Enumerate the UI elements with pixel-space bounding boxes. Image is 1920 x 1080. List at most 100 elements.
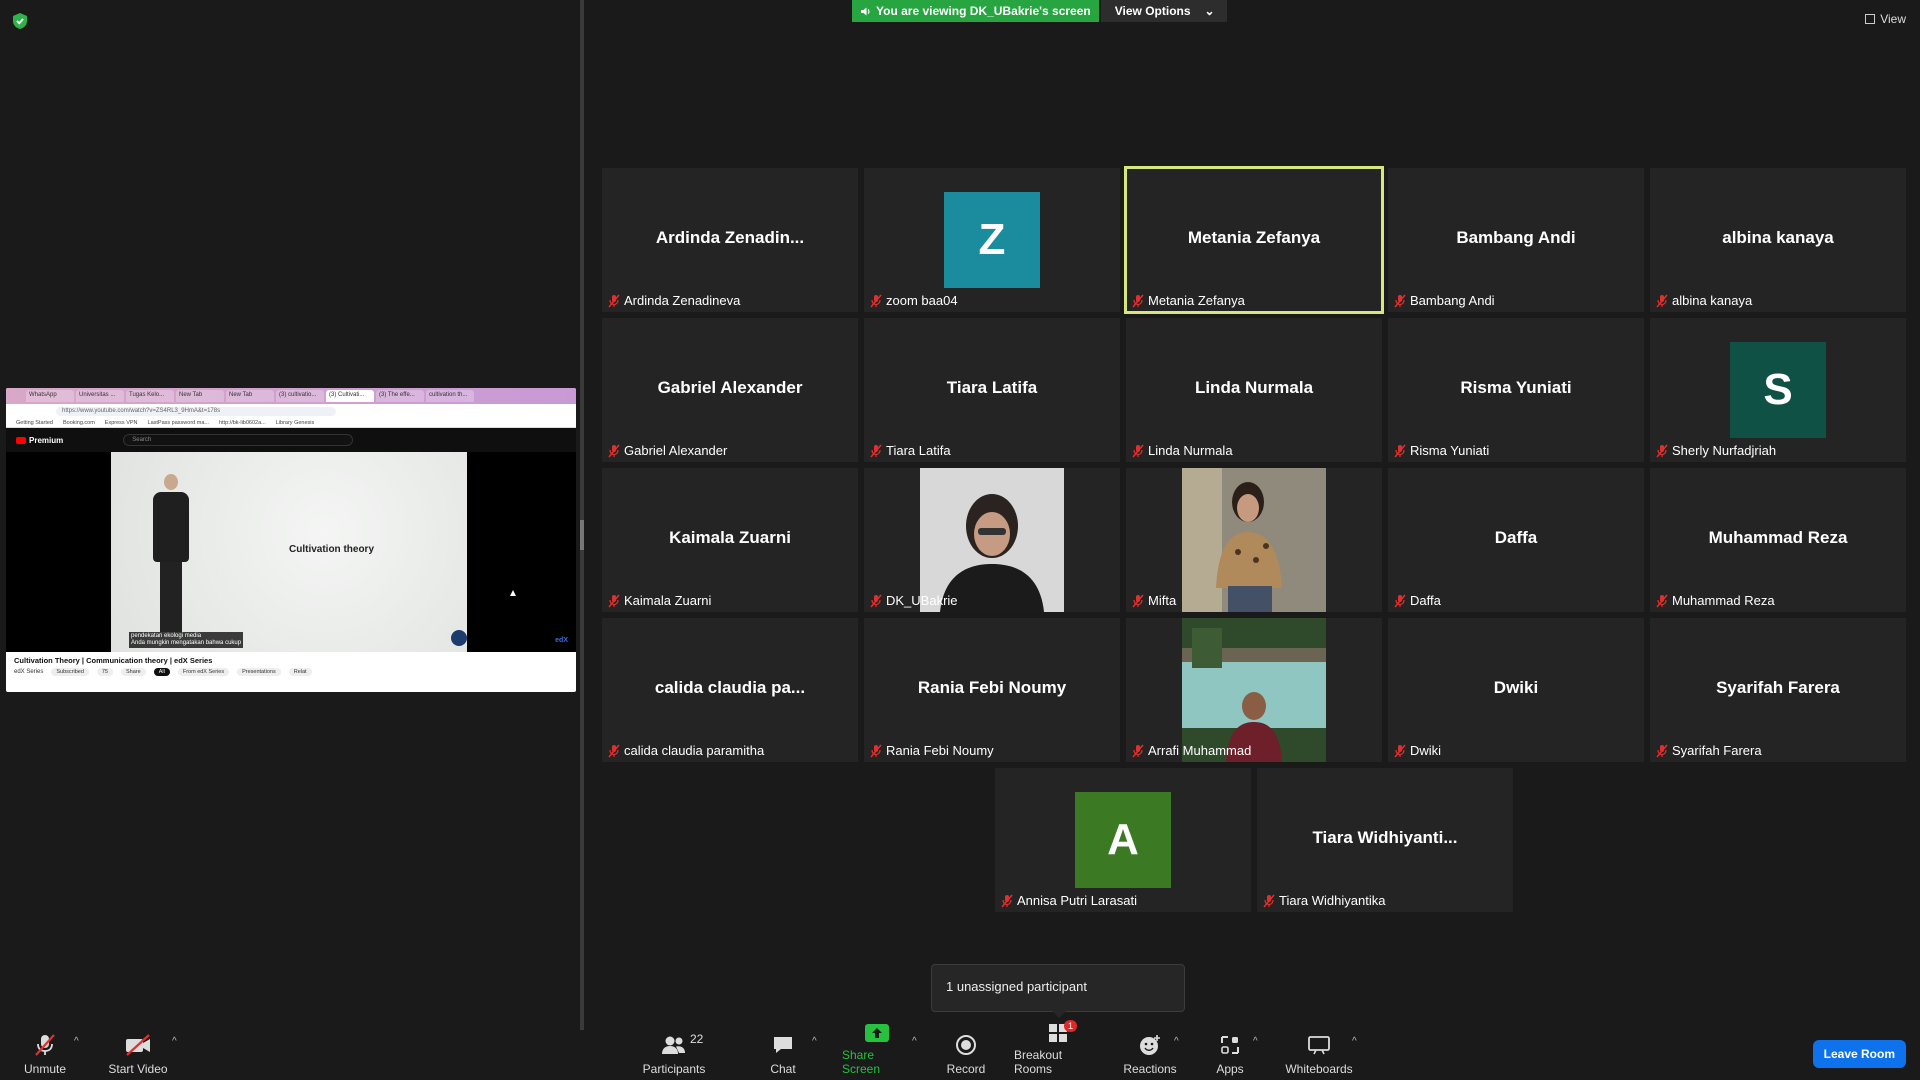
whiteboards-label: Whiteboards bbox=[1285, 1062, 1353, 1076]
participant-name: albina kanaya bbox=[1672, 293, 1753, 308]
participant-avatar: A bbox=[1075, 792, 1171, 888]
video-options-caret[interactable]: ^ bbox=[172, 1036, 177, 1047]
participant-tile[interactable]: Rania Febi Noumy Rania Febi Noumy bbox=[864, 618, 1120, 762]
browser-tab[interactable]: (3) The effe... bbox=[376, 390, 424, 402]
muted-mic-icon bbox=[1394, 444, 1406, 457]
participant-tile[interactable]: calida claudia pa... calida claudia param… bbox=[602, 618, 858, 762]
participant-tile[interactable]: Linda Nurmala Linda Nurmala bbox=[1126, 318, 1382, 462]
apps-options-caret[interactable]: ^ bbox=[1253, 1036, 1258, 1047]
breakout-rooms-button[interactable]: 1 Breakout Rooms bbox=[1014, 1020, 1102, 1080]
participant-tile[interactable]: Syarifah Farera Syarifah Farera bbox=[1650, 618, 1906, 762]
youtube-brand-label: Premium bbox=[29, 435, 64, 445]
participant-tile[interactable]: Tiara Latifa Tiara Latifa bbox=[864, 318, 1120, 462]
view-button[interactable]: View bbox=[1865, 12, 1906, 26]
participant-tile[interactable]: S Sherly Nurfadjriah bbox=[1650, 318, 1906, 462]
bookmark-item[interactable]: Getting Started bbox=[16, 420, 53, 426]
channel-name[interactable]: edX Series bbox=[14, 669, 43, 675]
subscribed-button[interactable]: Subscribed bbox=[51, 668, 89, 676]
participant-tile[interactable]: A Annisa Putri Larasati bbox=[995, 768, 1251, 912]
view-options-button[interactable]: View Options ⌄ bbox=[1100, 0, 1227, 22]
unmute-label: Unmute bbox=[23, 1062, 67, 1076]
muted-mic-icon bbox=[1132, 594, 1144, 607]
participant-tile[interactable]: Tiara Widhiyanti... Tiara Widhiyantika bbox=[1257, 768, 1513, 912]
reactions-button[interactable]: Reactions bbox=[1123, 1030, 1177, 1080]
participant-tile[interactable]: Zzoom baa04 bbox=[864, 168, 1120, 312]
unassigned-participant-tooltip[interactable]: 1 unassigned participant bbox=[931, 964, 1185, 1012]
browser-tab[interactable]: cultivation th... bbox=[426, 390, 474, 402]
start-video-button[interactable]: Start Video bbox=[106, 1030, 170, 1080]
bookmark-item[interactable]: Express VPN bbox=[105, 420, 138, 426]
participant-tile[interactable]: Daffa Daffa bbox=[1388, 468, 1644, 612]
shared-screen-view[interactable]: WhatsApp Universitas ... Tugas Kelo... N… bbox=[6, 388, 576, 692]
participant-nameplate: Sherly Nurfadjriah bbox=[1654, 441, 1778, 460]
share-options-caret[interactable]: ^ bbox=[912, 1036, 917, 1047]
bookmark-item[interactable]: http://bk-lib0602a... bbox=[219, 420, 266, 426]
whiteboards-button[interactable]: Whiteboards bbox=[1284, 1030, 1354, 1080]
chat-options-caret[interactable]: ^ bbox=[812, 1036, 817, 1047]
share-button[interactable]: Share bbox=[121, 668, 146, 676]
participant-name: Annisa Putri Larasati bbox=[1017, 893, 1137, 908]
record-button[interactable]: Record bbox=[946, 1030, 986, 1080]
participant-display-name: Tiara Latifa bbox=[946, 378, 1038, 397]
encryption-shield-icon[interactable] bbox=[12, 12, 28, 30]
unmute-button[interactable]: Unmute bbox=[20, 1030, 70, 1080]
url-field[interactable]: https://www.youtube.com/watch?v=ZS4RL3_9… bbox=[56, 406, 336, 416]
participant-tile[interactable]: DK_UBakrie bbox=[864, 468, 1120, 612]
browser-tab[interactable]: Universitas ... bbox=[76, 390, 124, 402]
apps-button[interactable]: Apps bbox=[1210, 1030, 1250, 1080]
participant-tile[interactable]: Kaimala Zuarni Kaimala Zuarni bbox=[602, 468, 858, 612]
bookmark-item[interactable]: LastPass password ma... bbox=[148, 420, 209, 426]
chip-related[interactable]: Relat bbox=[288, 668, 312, 676]
participant-nameplate: calida claudia paramitha bbox=[606, 741, 766, 760]
participant-tile[interactable]: Dwiki Dwiki bbox=[1388, 618, 1644, 762]
start-video-label: Start Video bbox=[108, 1062, 168, 1076]
reactions-options-caret[interactable]: ^ bbox=[1174, 1036, 1179, 1047]
pane-divider[interactable] bbox=[580, 0, 584, 1030]
participant-tile[interactable]: Gabriel Alexander Gabriel Alexander bbox=[602, 318, 858, 462]
participants-button[interactable]: 22 Participants bbox=[640, 1030, 708, 1080]
browser-tab[interactable]: New Tab bbox=[176, 390, 224, 402]
bookmark-item[interactable]: Library Genesis bbox=[276, 420, 315, 426]
participant-tile[interactable]: Metania Zefanya Metania Zefanya bbox=[1124, 166, 1384, 314]
chip-presentations[interactable]: Presentations bbox=[237, 668, 281, 676]
video-player[interactable]: Cultivation theory pendekatan ekologi me… bbox=[6, 452, 576, 652]
browser-tab[interactable]: Tugas Kelo... bbox=[126, 390, 174, 402]
participant-tile[interactable]: Muhammad Reza Muhammad Reza bbox=[1650, 468, 1906, 612]
chip-all[interactable]: All bbox=[153, 668, 170, 676]
youtube-search-input[interactable]: Search bbox=[123, 434, 354, 446]
browser-tab[interactable]: New Tab bbox=[226, 390, 274, 402]
participant-tile[interactable]: albina kanaya albina kanaya bbox=[1650, 168, 1906, 312]
divider-handle[interactable] bbox=[580, 520, 584, 550]
participant-display-name: Muhammad Reza bbox=[1708, 528, 1848, 547]
leave-room-button[interactable]: Leave Room bbox=[1812, 1040, 1906, 1068]
participant-tile[interactable]: Risma Yuniati Risma Yuniati bbox=[1388, 318, 1644, 462]
participant-name: Metania Zefanya bbox=[1148, 293, 1245, 308]
participant-tile[interactable]: Mifta bbox=[1126, 468, 1382, 612]
edx-watermark: edX bbox=[555, 637, 568, 644]
apps-label: Apps bbox=[1216, 1062, 1244, 1076]
participant-tile[interactable]: Ardinda Zenadin... Ardinda Zenadineva bbox=[602, 168, 858, 312]
chat-button[interactable]: Chat bbox=[768, 1030, 798, 1080]
participant-tile[interactable]: Bambang Andi Bambang Andi bbox=[1388, 168, 1644, 312]
browser-tab[interactable]: (3) cultivatio... bbox=[276, 390, 324, 402]
like-button[interactable]: 75 bbox=[96, 668, 114, 676]
chip-from-edx[interactable]: From edX Series bbox=[177, 668, 230, 676]
youtube-logo[interactable]: Premium bbox=[16, 436, 63, 445]
participant-tile[interactable]: Arrafi Muhammad bbox=[1126, 618, 1382, 762]
bookmark-item[interactable]: Booking.com bbox=[63, 420, 95, 426]
participant-name: Gabriel Alexander bbox=[624, 443, 728, 458]
audio-options-caret[interactable]: ^ bbox=[74, 1036, 79, 1047]
muted-mic-icon bbox=[1656, 444, 1668, 457]
reactions-label: Reactions bbox=[1123, 1062, 1177, 1076]
share-screen-button[interactable]: Share Screen bbox=[842, 1024, 912, 1080]
whiteboards-options-caret[interactable]: ^ bbox=[1352, 1036, 1357, 1047]
browser-tab-active[interactable]: (3) Cultivati... bbox=[326, 390, 374, 402]
participant-display-name: Kaimala Zuarni bbox=[669, 528, 791, 547]
participant-name: Linda Nurmala bbox=[1148, 443, 1233, 458]
participant-nameplate: Metania Zefanya bbox=[1130, 291, 1247, 310]
viewing-status: You are viewing DK_UBakrie's screen bbox=[852, 0, 1099, 22]
breakout-rooms-icon: 1 bbox=[1047, 1020, 1077, 1044]
browser-tab[interactable]: WhatsApp bbox=[26, 390, 74, 402]
tooltip-pointer bbox=[1052, 1011, 1066, 1018]
participant-display-name: Gabriel Alexander bbox=[657, 378, 803, 397]
